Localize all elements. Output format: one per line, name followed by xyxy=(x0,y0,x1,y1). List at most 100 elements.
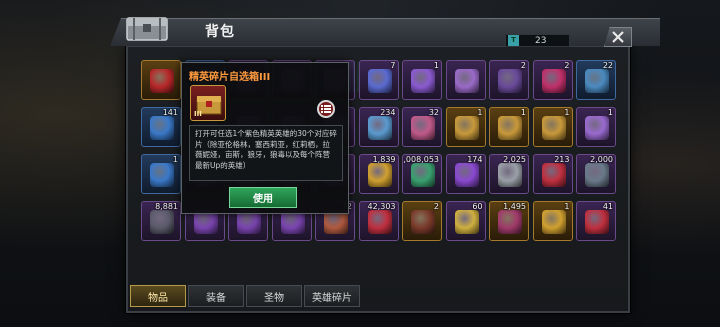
item-icon xyxy=(498,163,522,187)
item-quantity: 1 xyxy=(520,108,526,117)
item-quantity: 2,000 xyxy=(590,155,613,164)
item-slot[interactable]: 234 xyxy=(358,107,399,147)
info-button[interactable] xyxy=(317,100,335,118)
item-slot[interactable]: 32 xyxy=(402,107,442,147)
item-icon xyxy=(585,210,609,234)
item-slot[interactable]: 2,008,053 xyxy=(402,154,442,194)
tooltip-item-image: III xyxy=(190,85,226,121)
tab-0[interactable]: 物品 xyxy=(130,285,186,307)
page-title: 背包 xyxy=(205,24,235,40)
item-icon xyxy=(411,163,435,187)
item-icon xyxy=(367,116,392,140)
item-icon xyxy=(150,163,174,187)
item-quantity: 1 xyxy=(172,155,178,164)
item-slot[interactable]: 2 xyxy=(532,60,573,100)
item-quantity: 42,303 xyxy=(367,202,396,211)
item-slot[interactable]: 42,303 xyxy=(358,201,399,241)
tab-bar: 物品 装备 圣物 英雄碎片 xyxy=(130,285,360,307)
item-icon xyxy=(541,116,566,140)
item-slot[interactable]: 60 xyxy=(445,201,486,241)
item-quantity: 60 xyxy=(472,202,483,211)
title-bar xyxy=(110,18,660,46)
item-quantity: 174 xyxy=(467,155,483,164)
close-icon xyxy=(612,31,624,43)
item-icon xyxy=(498,210,522,234)
chest-icon xyxy=(126,17,168,41)
item-slot[interactable]: 1 xyxy=(532,201,573,241)
tab-1[interactable]: 装备 xyxy=(188,285,244,307)
item-slot[interactable]: 174 xyxy=(445,154,486,194)
item-icon xyxy=(367,163,392,187)
item-slot[interactable]: 2 xyxy=(489,60,529,100)
item-icon xyxy=(541,210,566,234)
item-slot[interactable]: 213 xyxy=(532,154,573,194)
item-slot[interactable]: 1 xyxy=(141,154,181,194)
item-quantity: 234 xyxy=(380,108,396,117)
item-icon xyxy=(454,116,479,140)
item-slot[interactable]: 2 xyxy=(402,201,442,241)
item-quantity: 41 xyxy=(602,202,613,211)
item-quantity: 2,025 xyxy=(503,155,526,164)
item-icon xyxy=(367,210,392,234)
item-quantity: 1 xyxy=(564,202,570,211)
item-slot[interactable]: 1 xyxy=(532,107,573,147)
item-quantity: 1 xyxy=(564,108,570,117)
item-icon xyxy=(498,116,522,140)
item-quantity: 141 xyxy=(162,108,178,117)
counter-value: 23 xyxy=(535,35,547,46)
item-icon xyxy=(454,163,479,187)
item-icon xyxy=(411,116,435,140)
tooltip-title: 精英碎片自选箱III xyxy=(189,72,271,83)
item-quantity: 1,495 xyxy=(503,202,526,211)
tab-3[interactable]: 英雄碎片 xyxy=(304,285,360,307)
item-slot[interactable]: 1 xyxy=(402,60,442,100)
item-slot[interactable]: 8,881 xyxy=(141,201,181,241)
item-slot[interactable]: 2,000 xyxy=(576,154,616,194)
item-quantity: 22 xyxy=(602,61,613,70)
item-quantity: 213 xyxy=(554,155,570,164)
item-icon xyxy=(541,163,566,187)
item-icon xyxy=(585,69,609,93)
item-slot[interactable]: 2,025 xyxy=(489,154,529,194)
item-icon xyxy=(411,210,435,234)
item-quantity: 8,881 xyxy=(155,202,178,211)
item-tooltip: 精英碎片自选箱III III 打开可任选1个紫色精英英雄的30个对应碎片（除亚伦… xyxy=(181,62,349,214)
item-slot[interactable]: 141 xyxy=(141,107,181,147)
item-slot[interactable]: 7 xyxy=(358,60,399,100)
item-slot[interactable]: 1,839 xyxy=(358,154,399,194)
item-icon xyxy=(541,69,566,93)
item-slot[interactable] xyxy=(141,60,181,100)
item-quantity: 1 xyxy=(433,61,439,70)
item-slot[interactable]: 22 xyxy=(576,60,616,100)
item-icon xyxy=(150,69,174,93)
item-icon xyxy=(150,116,174,140)
tooltip-description: 打开可任选1个紫色精英英雄的30个对应碎片（除亚伦格林，塞西莉亚，红莉栖，拉薇妮… xyxy=(189,125,343,181)
tab-2[interactable]: 圣物 xyxy=(246,285,302,307)
counter-badge: T xyxy=(508,35,519,46)
list-icon xyxy=(321,105,331,113)
item-slot[interactable]: 1 xyxy=(576,107,616,147)
item-quantity: 2 xyxy=(564,61,570,70)
item-icon xyxy=(498,69,522,93)
capacity-counter: T 23 xyxy=(505,34,570,47)
item-quantity: 1,839 xyxy=(372,155,396,164)
item-icon xyxy=(150,210,174,234)
item-quantity: 2 xyxy=(520,61,526,70)
item-quantity: 2,008,053 xyxy=(402,155,439,164)
item-slot[interactable]: 1 xyxy=(489,107,529,147)
item-quantity: 2 xyxy=(433,202,439,211)
item-slot[interactable]: 1 xyxy=(445,107,486,147)
item-icon xyxy=(367,69,392,93)
item-icon xyxy=(411,69,435,93)
item-icon xyxy=(454,210,479,234)
item-icon xyxy=(585,163,609,187)
item-icon xyxy=(585,116,609,140)
item-slot[interactable]: 41 xyxy=(576,201,616,241)
item-quantity: 7 xyxy=(390,61,396,70)
item-quantity: 1 xyxy=(477,108,483,117)
use-button[interactable]: 使用 xyxy=(229,187,297,208)
item-slot[interactable] xyxy=(445,60,486,100)
item-quantity: 32 xyxy=(428,108,439,117)
item-icon xyxy=(454,69,479,93)
item-slot[interactable]: 1,495 xyxy=(489,201,529,241)
